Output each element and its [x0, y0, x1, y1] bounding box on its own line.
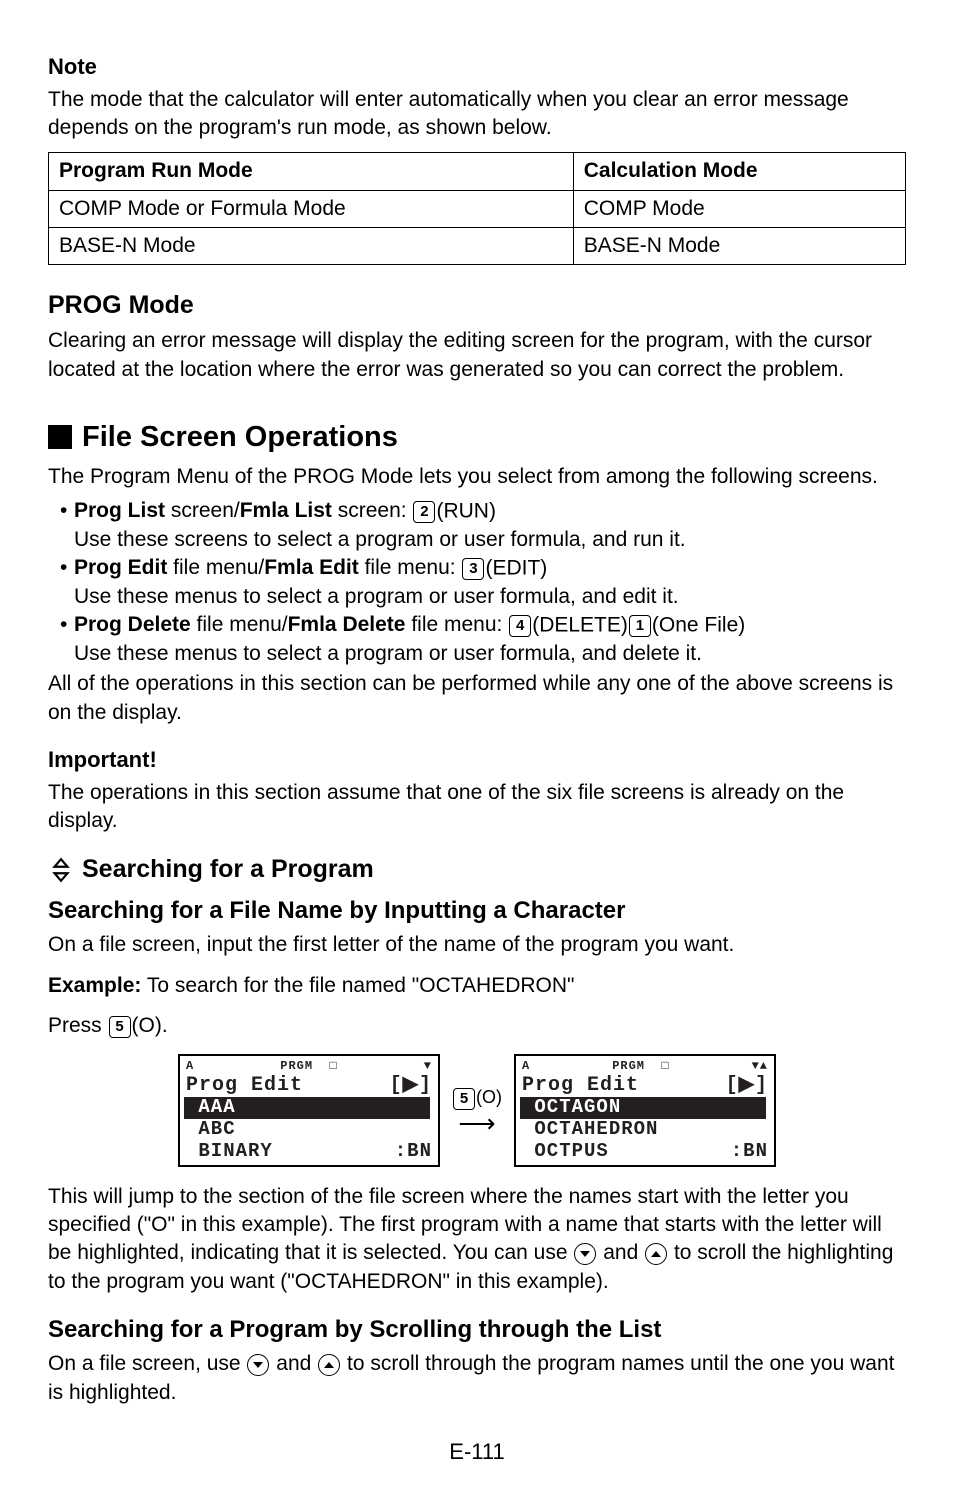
list-item: • Prog Delete file menu/Fmla Delete file…	[60, 611, 906, 640]
lcd-highlight-row: AAA	[184, 1097, 430, 1119]
up-down-outline-icon	[48, 857, 74, 883]
keycap-4: 4	[509, 615, 531, 637]
lcd-down-arrow-icon: ▼	[424, 1058, 432, 1074]
bullet-lead: Prog Delete	[74, 613, 191, 636]
bullet-sub: Use these menus to select a program or u…	[60, 583, 906, 611]
bullet-lead: Fmla Delete	[288, 613, 406, 636]
bullet-text: file menu:	[359, 556, 462, 579]
cursor-up-icon	[318, 1354, 340, 1376]
press-pre: Press	[48, 1014, 108, 1037]
lcd-row-text: BINARY	[198, 1140, 272, 1162]
lcd-highlight-row: OCTAGON	[520, 1097, 766, 1119]
bullet-lead: Fmla List	[240, 499, 332, 522]
bullet-text: file menu/	[191, 613, 288, 636]
scroll-text: On a file screen, use	[48, 1352, 246, 1375]
file-ops-intro: The Program Menu of the PROG Mode lets y…	[48, 463, 906, 491]
lcd-title-right: [▶]	[726, 1075, 768, 1097]
section-bullet-icon	[48, 425, 72, 449]
lcd-prgm-label: PRGM	[612, 1059, 645, 1073]
example-text: To search for the file named "OCTAHEDRON…	[141, 974, 574, 997]
bullet-text: screen:	[332, 499, 413, 522]
list-item: • Prog List screen/Fmla List screen: 2(R…	[60, 497, 906, 526]
figure-middle: 5(O) ⟶	[452, 1085, 502, 1135]
mode-table: Program Run Mode Calculation Mode COMP M…	[48, 152, 906, 265]
lcd-bn-label: :BN	[395, 1141, 432, 1163]
key-label: (RUN)	[436, 500, 495, 523]
bullet-sub: Use these menus to select a program or u…	[60, 640, 906, 668]
bullet-sub: Use these screens to select a program or…	[60, 526, 906, 554]
bullet-text: screen/	[165, 499, 240, 522]
mode-table-cell: BASE-N Mode	[573, 228, 905, 265]
search-by-char-body: On a file screen, input the first letter…	[48, 931, 906, 959]
press-post: (O).	[132, 1014, 168, 1037]
prog-mode-body: Clearing an error message will display t…	[48, 327, 906, 384]
lcd-row-text: ABC	[198, 1118, 235, 1140]
note-body: The mode that the calculator will enter …	[48, 86, 906, 143]
file-ops-outro: All of the operations in this section ca…	[48, 670, 906, 727]
lcd-screen-right: A PRGM □ ▼▲ Prog Edit [▶] OCTAGON OCTAHE…	[514, 1054, 776, 1166]
cursor-up-icon	[645, 1243, 667, 1265]
keycap-3: 3	[462, 558, 484, 580]
mode-table-cell: COMP Mode or Formula Mode	[49, 190, 574, 227]
lcd-row-text: OCTAHEDRON	[534, 1118, 658, 1140]
table-row: COMP Mode or Formula Mode COMP Mode	[49, 190, 906, 227]
lcd-prgm-label: PRGM	[280, 1059, 313, 1073]
after-figure-para: This will jump to the section of the fil…	[48, 1183, 906, 1296]
prog-mode-heading: PROG Mode	[48, 289, 906, 323]
mode-table-cell: BASE-N Mode	[49, 228, 574, 265]
lcd-figure-row: A PRGM □ ▼ Prog Edit [▶] AAA ABC BINARY:…	[48, 1054, 906, 1166]
keycap-5: 5	[453, 1088, 475, 1110]
scroll-text: and	[276, 1352, 317, 1375]
mode-table-cell: COMP Mode	[573, 190, 905, 227]
lcd-bn-label: :BN	[731, 1141, 768, 1163]
lcd-row-text: OCTPUS	[534, 1140, 608, 1162]
bullet-lead: Prog List	[74, 499, 165, 522]
cursor-down-icon	[247, 1354, 269, 1376]
mid-key-label: (O)	[476, 1087, 502, 1107]
lcd-indicator-a-icon: A	[186, 1058, 194, 1074]
key-label: (EDIT)	[485, 557, 547, 580]
file-ops-heading: File Screen Operations	[82, 418, 398, 457]
search-scroll-body: On a file screen, use and to scroll thro…	[48, 1350, 906, 1407]
mode-table-header: Calculation Mode	[573, 153, 905, 190]
example-label: Example:	[48, 974, 141, 997]
page-number: E-111	[48, 1437, 906, 1467]
bullet-text: file menu/	[167, 556, 264, 579]
search-by-char-heading: Searching for a File Name by Inputting a…	[48, 895, 906, 927]
lcd-title-right: [▶]	[390, 1075, 432, 1097]
key-label: (One File)	[652, 614, 745, 637]
after-fig-text: and	[603, 1241, 644, 1264]
bullet-lead: Prog Edit	[74, 556, 167, 579]
press-line: Press 5(O).	[48, 1012, 906, 1040]
table-row: BASE-N Mode BASE-N Mode	[49, 228, 906, 265]
cursor-down-icon	[574, 1243, 596, 1265]
note-heading: Note	[48, 52, 906, 82]
keycap-1: 1	[629, 615, 651, 637]
lcd-updown-arrow-icon: ▼▲	[752, 1058, 768, 1074]
lcd-title-text: Prog Edit	[522, 1075, 639, 1097]
mode-table-header: Program Run Mode	[49, 153, 574, 190]
arrow-right-icon: ⟶	[458, 1110, 495, 1136]
lcd-title-text: Prog Edit	[186, 1075, 303, 1097]
example-line: Example: To search for the file named "O…	[48, 972, 906, 1000]
important-heading: Important!	[48, 745, 906, 775]
bullet-text: file menu:	[405, 613, 508, 636]
keycap-2: 2	[413, 501, 435, 523]
lcd-indicator-a-icon: A	[522, 1058, 530, 1074]
lcd-screen-left: A PRGM □ ▼ Prog Edit [▶] AAA ABC BINARY:…	[178, 1054, 440, 1166]
bullet-lead: Fmla Edit	[264, 556, 359, 579]
important-body: The operations in this section assume th…	[48, 779, 906, 836]
searching-heading: Searching for a Program	[82, 853, 374, 887]
list-item: • Prog Edit file menu/Fmla Edit file men…	[60, 554, 906, 583]
keycap-5: 5	[109, 1016, 131, 1038]
key-label: (DELETE)	[532, 614, 628, 637]
search-scroll-heading: Searching for a Program by Scrolling thr…	[48, 1314, 906, 1346]
